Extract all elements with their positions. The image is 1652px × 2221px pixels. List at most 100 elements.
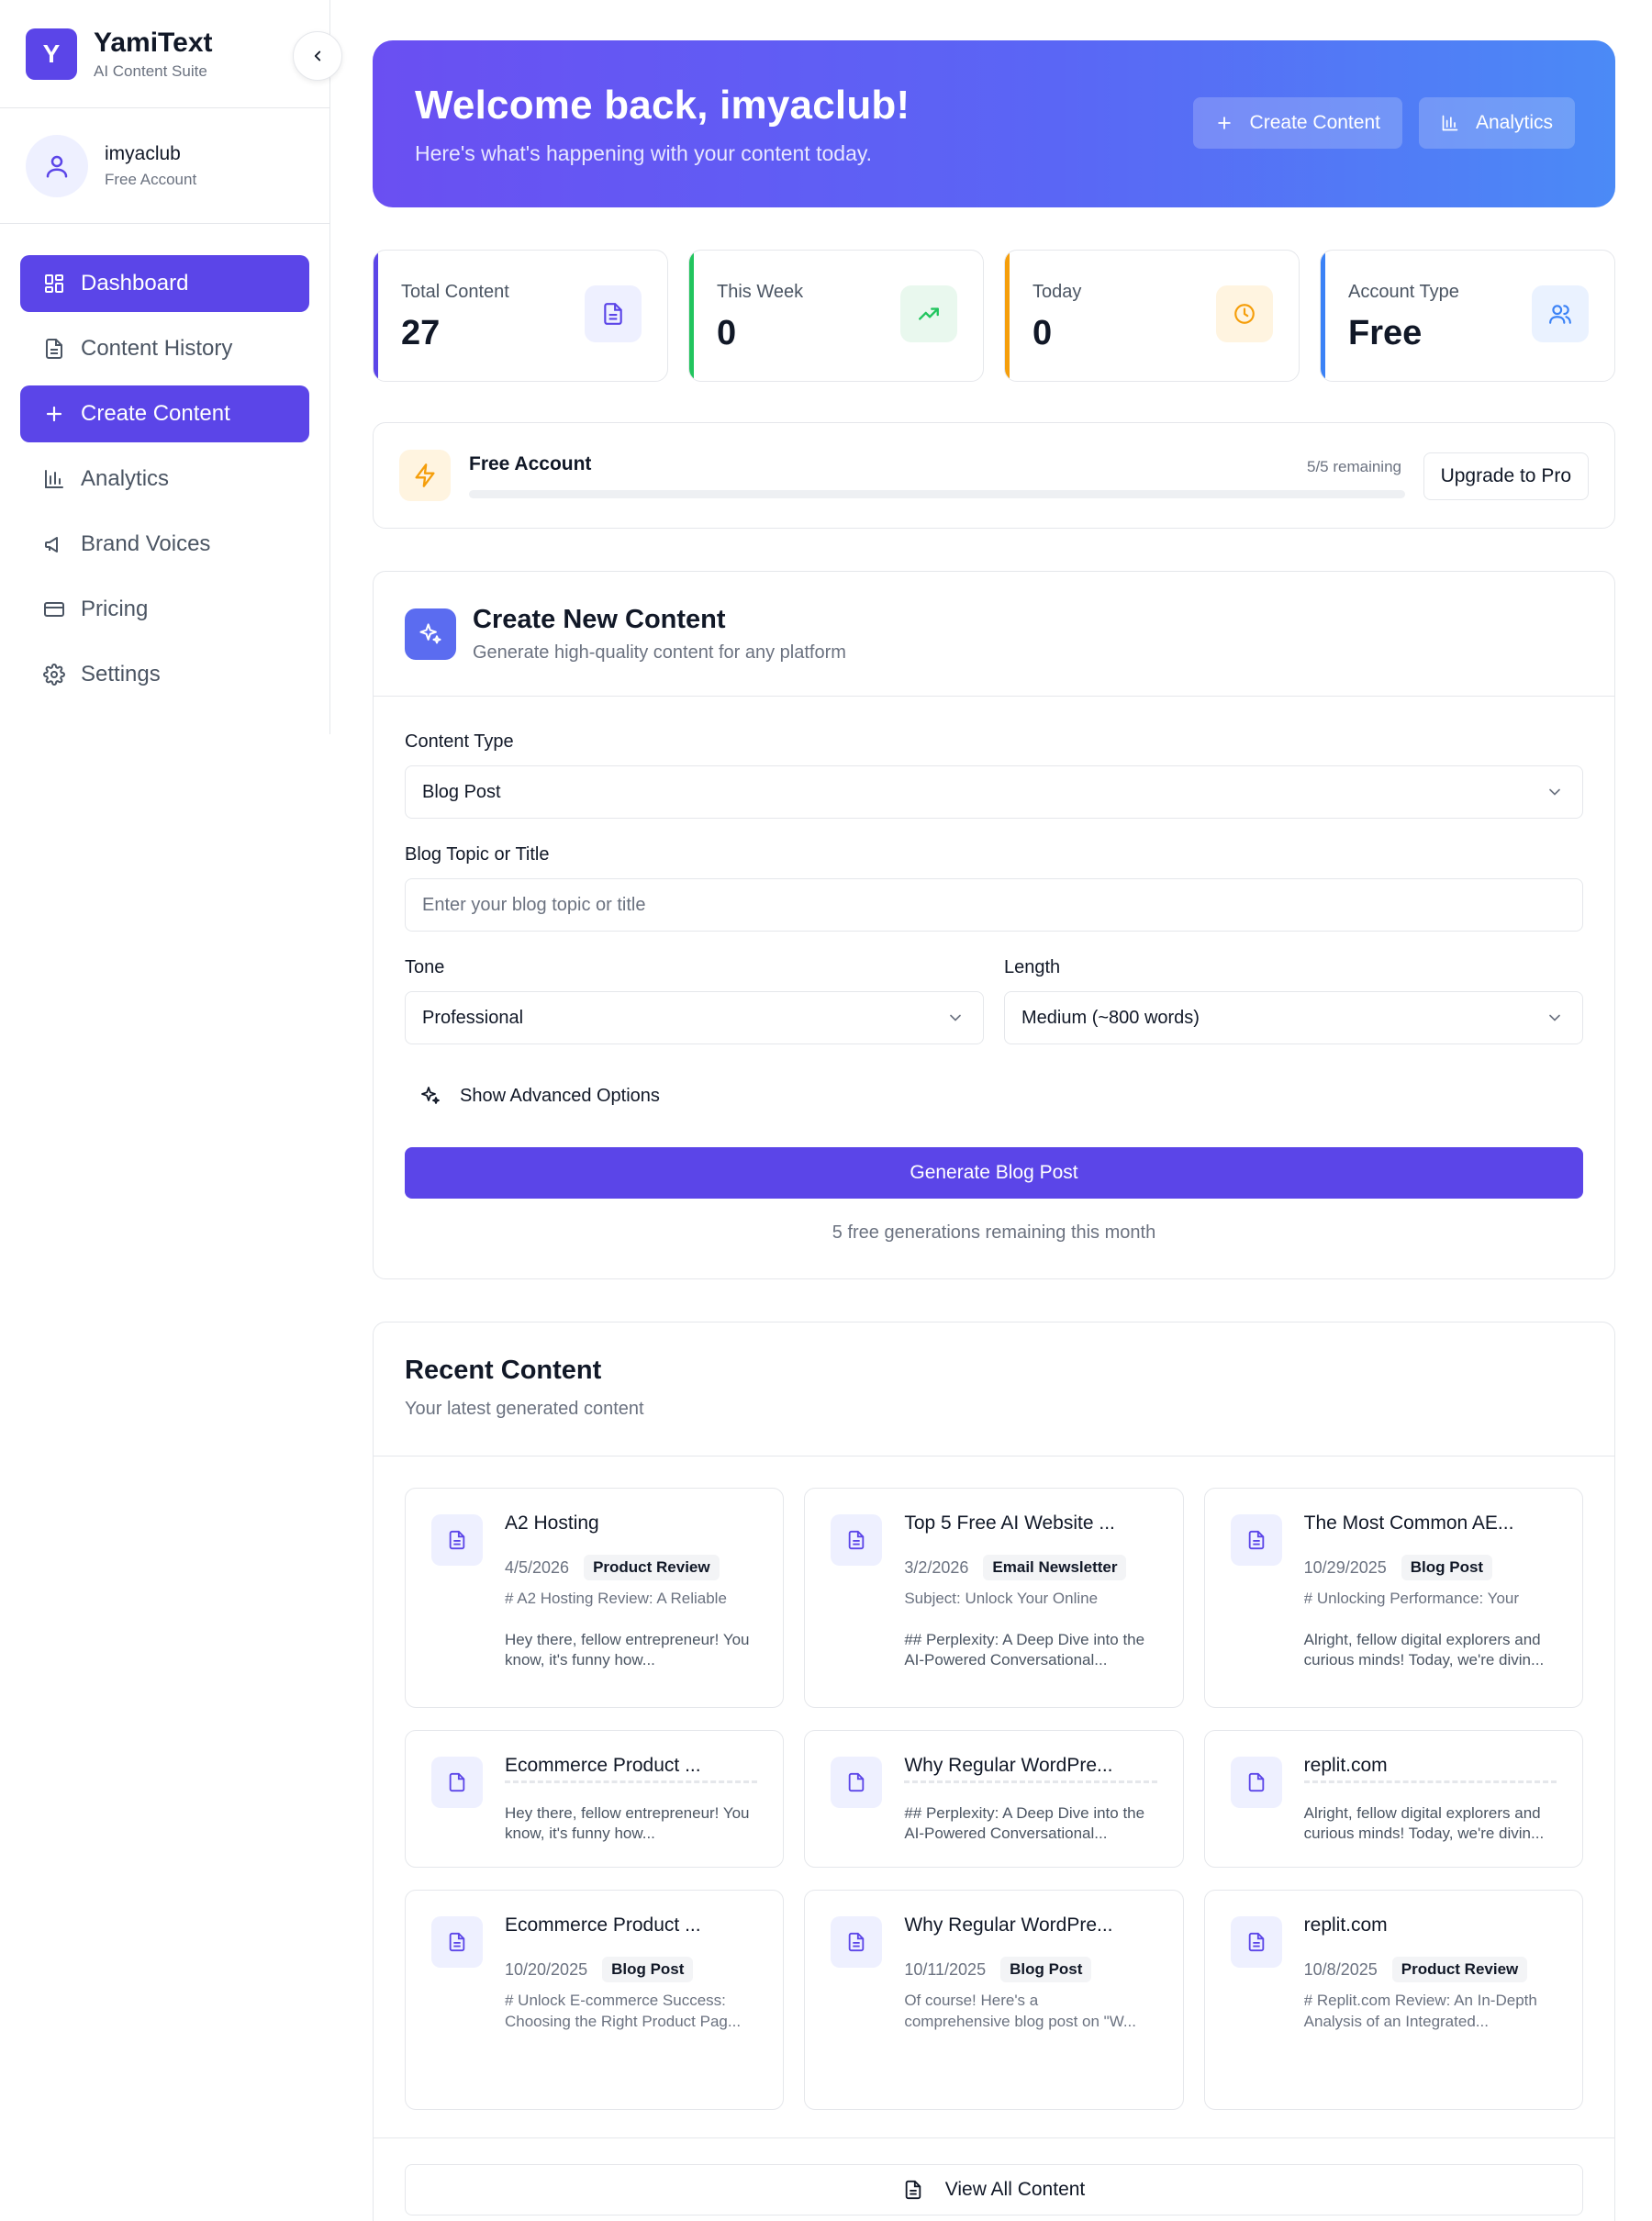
content-item-heading: # Unlocking Performance: Your [1303, 1590, 1520, 1607]
brand-logo[interactable]: Y [26, 28, 77, 80]
generate-button[interactable]: Generate Blog Post [405, 1147, 1583, 1199]
content-item-body: replit.com Alright, fellow digital explo… [1303, 1755, 1557, 1844]
sidebar-item-label: Content History [81, 336, 233, 361]
create-content-card: Create New Content Generate high-quality… [373, 571, 1615, 1279]
document-icon [831, 1514, 883, 1566]
content-item-body: replit.com 10/8/2025 Product Review # Re… [1304, 1914, 1557, 2032]
quota-title: Free Account [469, 452, 592, 474]
content-item[interactable]: Ecommerce Product ... Hey there, fellow … [405, 1730, 785, 1868]
hero-create-content-button[interactable]: Create Content [1192, 97, 1402, 149]
quota-progress-bar [469, 489, 1405, 498]
chevron-left-icon [314, 50, 321, 61]
content-item-title: Why Regular WordPre... [904, 1755, 1157, 1783]
content-item-excerpt: Analysis of an Integrated... [1303, 2013, 1489, 2030]
chevron-down-icon [1549, 1014, 1560, 1021]
user-info: imyaclub Free Account [105, 143, 196, 189]
view-all-content-button[interactable]: View All Content [405, 2164, 1583, 2215]
sidebar-item-settings[interactable]: Settings [20, 646, 309, 703]
megaphone-icon [42, 532, 66, 556]
content-type-select[interactable]: Blog Post [405, 765, 1583, 819]
generations-remaining-note: 5 free generations remaining this month [832, 1222, 1156, 1243]
hero-analytics-label: Analytics [1475, 112, 1553, 133]
content-item-date: 10/20/2025 [505, 1959, 588, 1979]
sidebar-item-content-history[interactable]: Content History [20, 320, 309, 377]
recent-title: Recent Content [405, 1356, 602, 1385]
upgrade-button[interactable]: Upgrade to Pro [1423, 452, 1589, 500]
create-header: Create New Content Generate high-quality… [374, 572, 1614, 697]
sparkles-icon [405, 608, 456, 660]
content-item-date: 10/29/2025 [1303, 1557, 1387, 1577]
topic-input[interactable]: Enter your blog topic or title [405, 878, 1583, 932]
content-item-title: replit.com [1303, 1914, 1388, 1936]
view-all-content-label: View All Content [944, 2179, 1086, 2200]
content-item-title: Top 5 Free AI Website ... [904, 1512, 1115, 1534]
tone-label: Tone [405, 957, 445, 977]
content-item-body: Why Regular WordPre... 10/11/2025 Blog P… [904, 1914, 1156, 2032]
sidebar-item-label: Brand Voices [81, 531, 211, 556]
content-item-body: Why Regular WordPre... ## Perplexity: A … [904, 1755, 1157, 1844]
bar-chart-icon [42, 467, 66, 491]
show-advanced-options-button[interactable]: Show Advanced Options [405, 1077, 1583, 1114]
recent-content-grid: A2 Hosting 4/5/2026 Product Review # A2 … [374, 1456, 1614, 2138]
content-item-meta: 10/8/2025 Product Review [1304, 1957, 1557, 1982]
recent-header: Recent Content Your latest generated con… [374, 1323, 1614, 1456]
user-icon [46, 155, 68, 177]
content-item-title: The Most Common AE... [1303, 1512, 1514, 1534]
content-item[interactable]: replit.com 10/8/2025 Product Review # Re… [1203, 1890, 1583, 2110]
content-type-value: Blog Post [422, 781, 501, 802]
content-item-tag: Blog Post [1401, 1555, 1493, 1580]
plus-icon [1215, 114, 1233, 132]
sidebar-item-label: Analytics [81, 466, 170, 491]
content-item[interactable]: Why Regular WordPre... ## Perplexity: A … [804, 1730, 1184, 1868]
sidebar-item-create-content[interactable]: Create Content [20, 385, 309, 442]
quota-remaining: 5/5 remaining [1306, 458, 1401, 475]
user-profile[interactable]: imyaclub Free Account [0, 108, 329, 224]
content-item-heading: Of course! Here's a [904, 1992, 1039, 2009]
content-item-meta: 10/29/2025 Blog Post [1304, 1555, 1557, 1580]
main-content: Welcome back, imyaclub! Here's what's ha… [373, 40, 1615, 2221]
content-item[interactable]: Ecommerce Product ... 10/20/2025 Blog Po… [405, 1890, 785, 2110]
hero-actions: Create Content Analytics [1192, 97, 1575, 149]
sidebar-item-pricing[interactable]: Pricing [20, 581, 309, 638]
sidebar-nav: Dashboard Content History Create Content… [0, 224, 329, 703]
content-item[interactable]: The Most Common AE... 10/29/2025 Blog Po… [1203, 1488, 1583, 1708]
credit-card-icon [42, 597, 66, 621]
content-item-heading: # Replit.com Review: An In-Depth [1303, 1992, 1537, 2009]
user-plan: Free Account [105, 170, 197, 188]
content-item-title: A2 Hosting [505, 1512, 599, 1534]
sidebar-item-analytics[interactable]: Analytics [20, 451, 309, 508]
stat-card-total-content: Total Content 27 [373, 250, 668, 382]
content-item-date: 10/8/2025 [1303, 1959, 1378, 1979]
content-item[interactable]: A2 Hosting 4/5/2026 Product Review # A2 … [405, 1488, 785, 1708]
avatar [26, 134, 88, 197]
content-type-label: Content Type [405, 731, 514, 752]
recent-content-card: Recent Content Your latest generated con… [373, 1322, 1615, 2221]
content-item-body: The Most Common AE... 10/29/2025 Blog Po… [1304, 1512, 1557, 1670]
tone-select[interactable]: Professional [405, 991, 984, 1044]
brand-name: YamiText [94, 27, 213, 58]
dashboard-icon [42, 272, 66, 296]
create-title: Create New Content [473, 604, 726, 634]
content-item-title: replit.com [1303, 1755, 1557, 1783]
content-item-date: 3/2/2026 [904, 1557, 969, 1577]
length-select[interactable]: Medium (~800 words) [1004, 991, 1583, 1044]
tone-field: Tone Professional [405, 957, 984, 1044]
brand-header: Y YamiText AI Content Suite [0, 0, 342, 108]
content-item[interactable]: Top 5 Free AI Website ... 3/2/2026 Email… [804, 1488, 1184, 1708]
hero-analytics-button[interactable]: Analytics [1418, 97, 1575, 149]
sidebar-item-dashboard[interactable]: Dashboard [20, 255, 309, 312]
length-label: Length [1004, 957, 1061, 977]
document-icon [831, 1916, 883, 1968]
content-item[interactable]: replit.com Alright, fellow digital explo… [1203, 1730, 1583, 1868]
create-form: Content Type Blog Post Blog Topic or Tit… [374, 697, 1614, 1278]
topic-placeholder: Enter your blog topic or title [422, 894, 646, 915]
stat-card-today: Today 0 [1004, 250, 1300, 382]
collapse-sidebar-button[interactable] [293, 31, 342, 81]
content-item-heading: # Unlock E-commerce Success: [505, 1992, 726, 2009]
content-item-tag: Email Newsletter [983, 1555, 1127, 1580]
sidebar-item-brand-voices[interactable]: Brand Voices [20, 516, 309, 573]
content-item[interactable]: Why Regular WordPre... 10/11/2025 Blog P… [804, 1890, 1184, 2110]
document-icon [1230, 1916, 1282, 1968]
document-icon [1230, 1757, 1282, 1808]
hero-create-content-label: Create Content [1249, 112, 1380, 133]
